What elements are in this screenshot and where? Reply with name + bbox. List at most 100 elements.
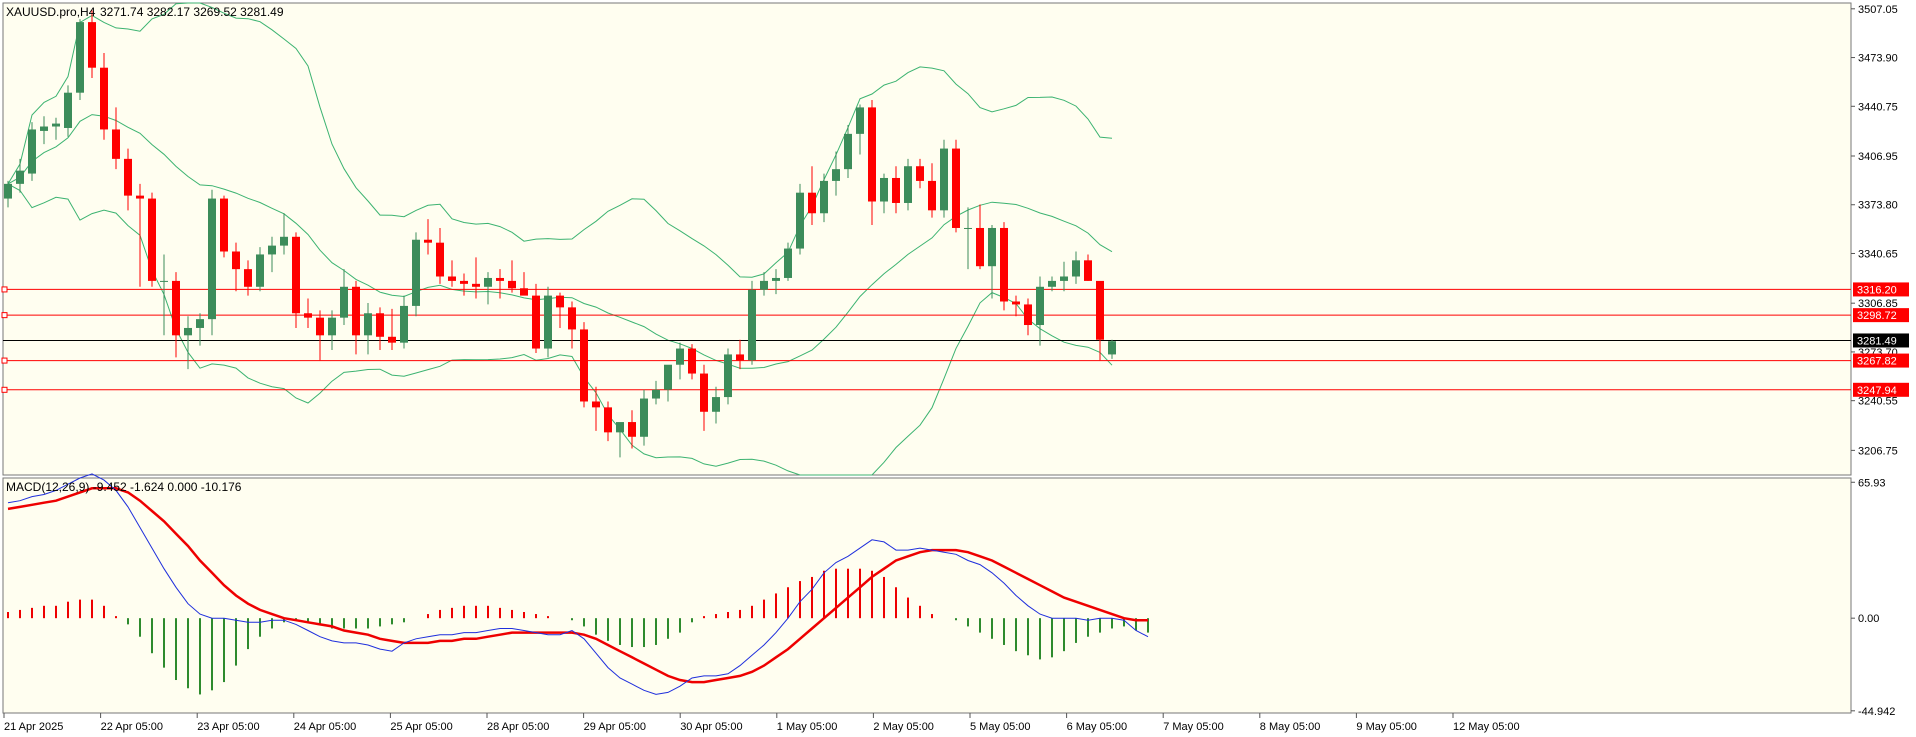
- time-axis: 21 Apr 2025 22 Apr 05:00 23 Apr 05:00 24 Ap…: [3, 713, 1520, 733]
- macd-y-tick-label: 65.93: [1858, 477, 1886, 489]
- y-tick-label: 3507.05: [1858, 4, 1898, 16]
- candle-body: [520, 288, 528, 296]
- y-tick-label: 3206.75: [1858, 445, 1898, 457]
- candle: [1000, 222, 1008, 311]
- candle-body: [244, 269, 252, 287]
- candle-body: [628, 422, 636, 437]
- candle-body: [352, 286, 360, 336]
- x-tick-label: 8 May 05:00: [1260, 721, 1321, 733]
- x-tick-label: 12 May 05:00: [1453, 721, 1520, 733]
- candle-body: [796, 192, 804, 249]
- candle-body: [1024, 304, 1032, 326]
- x-tick-label: 22 Apr 05:00: [101, 721, 163, 733]
- candle-body: [64, 92, 72, 128]
- y-tick-label: 3340.65: [1858, 248, 1898, 260]
- x-tick-label: 30 Apr 05:00: [680, 721, 742, 733]
- candle-body: [1012, 301, 1020, 305]
- x-tick-label: 24 Apr 05:00: [294, 721, 356, 733]
- candle-body: [616, 422, 624, 433]
- candle-body: [496, 277, 504, 281]
- candle: [208, 189, 216, 336]
- candle: [28, 122, 36, 181]
- candle-body: [124, 158, 132, 196]
- level-price-label: 3281.49: [1857, 335, 1897, 347]
- candle-body: [712, 397, 720, 412]
- candle-body: [1084, 260, 1092, 281]
- candle-body: [424, 239, 432, 243]
- candle-body: [880, 177, 888, 202]
- candle-body: [784, 248, 792, 278]
- candle-body: [652, 389, 660, 399]
- candle-body: [388, 336, 396, 343]
- ohlc-readout: 3271.74 3282.17 3269.52 3281.49: [100, 5, 284, 19]
- candle-body: [412, 239, 420, 306]
- candle-body: [268, 245, 276, 255]
- level-handle: [1, 286, 8, 293]
- candle-body: [136, 195, 144, 199]
- macd-panel-bg: [2, 477, 1852, 714]
- candle-body: [1108, 341, 1116, 355]
- x-tick-label: 5 May 05:00: [970, 721, 1031, 733]
- candle: [952, 139, 960, 233]
- macd-title: MACD(12,26,9) -9.452 -1.624 0.000 -10.17…: [6, 480, 242, 494]
- x-tick-label: 28 Apr 05:00: [487, 721, 549, 733]
- candle-body: [808, 192, 816, 214]
- candle-body: [472, 283, 480, 287]
- candle-body: [328, 317, 336, 336]
- candle: [76, 19, 84, 101]
- candle-body: [724, 354, 732, 398]
- candle-body: [400, 305, 408, 343]
- candle-body: [172, 280, 180, 336]
- x-tick-label: 25 Apr 05:00: [390, 721, 452, 733]
- candle-body: [484, 277, 492, 287]
- candle-body: [52, 123, 60, 127]
- candle-body: [976, 227, 984, 267]
- candle-body: [364, 313, 372, 336]
- candle-body: [340, 286, 348, 318]
- candle-body: [928, 180, 936, 211]
- level-handle: [1, 357, 8, 364]
- candle-body: [1096, 280, 1104, 340]
- level-price-label: 3316.20: [1857, 284, 1897, 296]
- candle-body: [736, 354, 744, 361]
- candle-body: [100, 67, 108, 130]
- level-price-label: 3298.72: [1857, 310, 1897, 322]
- candle-body: [748, 289, 756, 361]
- x-tick-label: 7 May 05:00: [1163, 721, 1224, 733]
- candle-body: [592, 401, 600, 408]
- x-tick-label: 29 Apr 05:00: [584, 721, 646, 733]
- candle-body: [28, 129, 36, 174]
- x-tick-label: 2 May 05:00: [873, 721, 934, 733]
- candle: [412, 232, 420, 317]
- candle-body: [208, 198, 216, 320]
- candle: [748, 280, 756, 365]
- x-tick-label: 1 May 05:00: [777, 721, 838, 733]
- candle-body: [772, 277, 780, 281]
- y-tick-label: 3440.75: [1858, 101, 1898, 113]
- candle: [796, 183, 804, 255]
- candle-body: [700, 373, 708, 412]
- candle-body: [964, 227, 972, 229]
- x-tick-label: 23 Apr 05:00: [197, 721, 259, 733]
- candle-body: [1072, 260, 1080, 277]
- x-tick-label: 21 Apr 2025: [4, 721, 63, 733]
- candle-body: [76, 22, 84, 93]
- candle-body: [220, 198, 228, 252]
- candle: [724, 348, 732, 405]
- symbol-title: XAUUSD.pro,H4: [6, 5, 96, 19]
- candle-body: [280, 236, 288, 246]
- candle-body: [832, 169, 840, 181]
- y-tick-label: 3240.55: [1858, 396, 1898, 408]
- candle-body: [508, 280, 516, 289]
- macd-y-tick-label: -44.942: [1858, 706, 1895, 718]
- candle-body: [868, 107, 876, 202]
- candle-body: [952, 148, 960, 228]
- candle: [220, 195, 228, 258]
- candle: [544, 286, 552, 358]
- candle-body: [316, 317, 324, 336]
- candle: [148, 192, 156, 287]
- candle-body: [4, 183, 12, 199]
- x-tick-label: 9 May 05:00: [1356, 721, 1417, 733]
- candle-body: [916, 166, 924, 181]
- candle-body: [580, 329, 588, 402]
